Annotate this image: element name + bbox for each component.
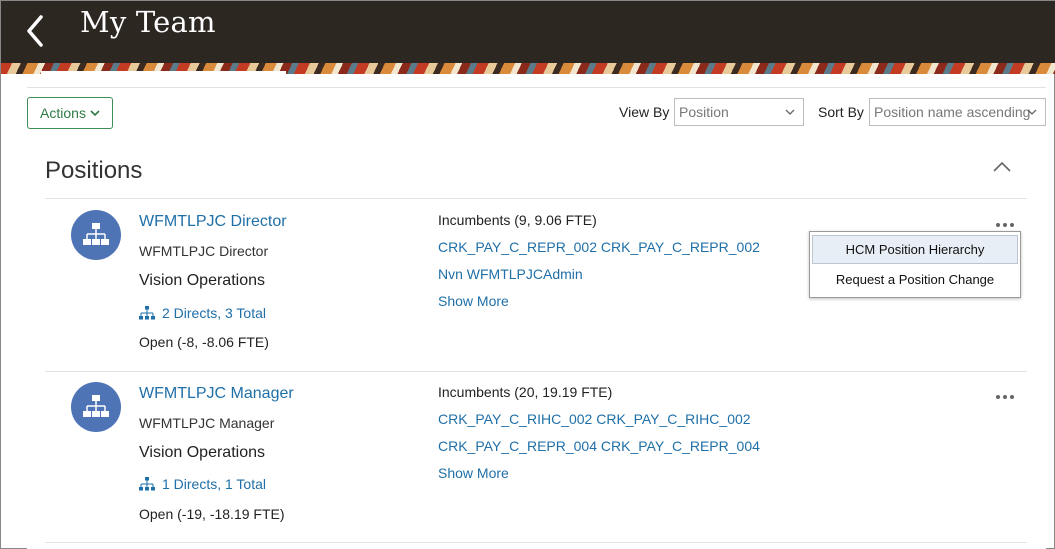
- position-context-menu: HCM Position Hierarchy Request a Positio…: [809, 231, 1021, 298]
- incumbent-link[interactable]: CRK_PAY_C_RIHC_002 CRK_PAY_C_RIHC_002: [438, 411, 751, 427]
- view-by-label: View By: [619, 104, 670, 120]
- row-divider: [45, 542, 1027, 543]
- back-arrow-icon[interactable]: [23, 11, 49, 51]
- hierarchy-icon: [139, 477, 155, 491]
- position-avatar: [71, 382, 121, 432]
- directs-link[interactable]: 1 Directs, 1 Total: [139, 476, 266, 492]
- directs-text: 2 Directs, 3 Total: [162, 305, 267, 321]
- row-divider: [45, 371, 1027, 372]
- section-title: Positions: [45, 157, 143, 184]
- open-count: Open (-19, -18.19 FTE): [139, 506, 285, 522]
- actions-label: Actions: [40, 105, 86, 121]
- incumbent-link[interactable]: CRK_PAY_C_REPR_002 CRK_PAY_C_REPR_002: [438, 239, 760, 255]
- hierarchy-icon: [139, 306, 155, 320]
- page-title: My Team: [80, 5, 216, 39]
- actions-button[interactable]: Actions: [27, 97, 113, 129]
- position-subtitle: WFMTLPJC Manager: [139, 415, 275, 431]
- more-options-icon[interactable]: [994, 221, 1016, 229]
- show-more-link[interactable]: Show More: [438, 293, 509, 309]
- business-unit: Vision Operations: [139, 272, 265, 289]
- show-more-link[interactable]: Show More: [438, 465, 509, 481]
- position-subtitle: WFMTLPJC Director: [139, 243, 269, 259]
- position-name-link[interactable]: WFMTLPJC Director: [139, 213, 287, 231]
- app-header: My Team: [1, 1, 1055, 63]
- org-chart-icon: [83, 395, 109, 417]
- business-unit: Vision Operations: [139, 444, 265, 461]
- directs-link[interactable]: 2 Directs, 3 Total: [139, 305, 266, 321]
- chevron-down-icon: [90, 110, 100, 117]
- open-count: Open (-8, -8.06 FTE): [139, 334, 269, 350]
- view-by-value: Position: [679, 104, 729, 120]
- sort-by-label: Sort By: [818, 104, 864, 120]
- chevron-down-icon: [785, 109, 795, 115]
- sort-by-select[interactable]: Position name ascending: [869, 98, 1046, 126]
- incumbents-heading: Incumbents (20, 19.19 FTE): [438, 384, 613, 400]
- decorative-banner: [1, 63, 1055, 74]
- incumbent-link[interactable]: CRK_PAY_C_REPR_004 CRK_PAY_C_REPR_004: [438, 438, 760, 454]
- more-options-icon[interactable]: [994, 393, 1016, 401]
- directs-text: 1 Directs, 1 Total: [162, 476, 267, 492]
- sort-by-value: Position name ascending: [874, 104, 1031, 120]
- org-chart-icon: [83, 223, 109, 245]
- section-divider: [45, 198, 1027, 199]
- menu-item-request-position-change[interactable]: Request a Position Change: [812, 265, 1018, 294]
- incumbent-link[interactable]: Nvn WFMTLPJCAdmin: [438, 266, 583, 282]
- chevron-down-icon: [1027, 109, 1037, 115]
- view-by-select[interactable]: Position: [674, 98, 804, 126]
- chevron-up-icon[interactable]: [993, 161, 1011, 173]
- menu-item-hcm-position-hierarchy[interactable]: HCM Position Hierarchy: [812, 235, 1018, 264]
- position-avatar: [71, 210, 121, 260]
- position-name-link[interactable]: WFMTLPJC Manager: [139, 385, 294, 403]
- incumbents-heading: Incumbents (9, 9.06 FTE): [438, 212, 597, 228]
